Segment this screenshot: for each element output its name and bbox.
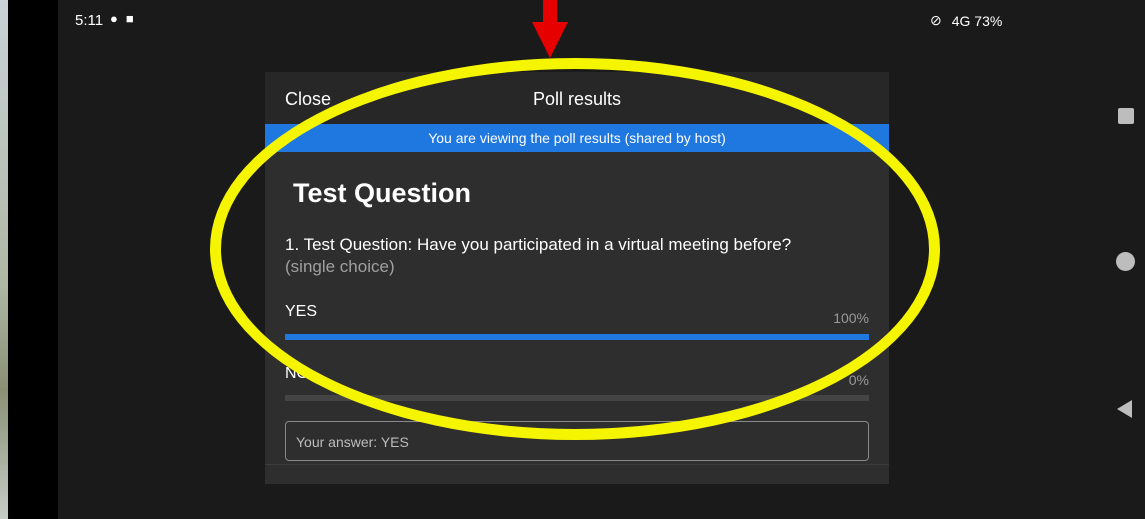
option-bar-yes xyxy=(285,334,869,340)
dialog-footer-divider xyxy=(265,464,889,465)
dialog-title: Poll results xyxy=(532,89,622,109)
signal-battery-text: 4G 73% xyxy=(951,12,1003,29)
arrow-annotation-shaft xyxy=(543,0,557,24)
poll-heading: Test Question xyxy=(293,178,472,208)
poll-results-dialog: Close Poll results You are viewing the p… xyxy=(265,72,889,484)
background-edge xyxy=(0,0,8,519)
status-time: 5:11 xyxy=(75,12,104,29)
option-label-yes: YES xyxy=(285,303,318,320)
option-percent-no: 0% xyxy=(848,372,869,388)
option-bar-fill-yes xyxy=(285,334,869,340)
home-icon[interactable] xyxy=(1116,252,1135,271)
question-type: (single choice) xyxy=(285,257,395,276)
back-icon[interactable] xyxy=(1117,400,1132,418)
option-label-no: NO xyxy=(285,365,309,382)
shared-banner: You are viewing the poll results (shared… xyxy=(265,124,889,152)
status-right-indicators: ⊘ 4G 73% xyxy=(930,12,1002,29)
status-notification-icons: ● ■ xyxy=(110,11,134,26)
question-label: 1. Test Question: Have you participated … xyxy=(285,235,792,254)
option-percent-yes: 100% xyxy=(833,310,869,326)
option-bar-no xyxy=(285,395,869,401)
arrow-annotation-head xyxy=(532,22,568,58)
recents-icon[interactable] xyxy=(1118,108,1134,124)
your-answer-field: Your answer: YES xyxy=(285,421,869,461)
video-icon: ■ xyxy=(125,11,134,26)
question-text: 1. Test Question: Have you participated … xyxy=(285,234,875,278)
chat-icon: ● xyxy=(110,11,118,26)
camera-cutout-bar xyxy=(8,0,58,519)
mute-icon: ⊘ xyxy=(930,12,942,28)
